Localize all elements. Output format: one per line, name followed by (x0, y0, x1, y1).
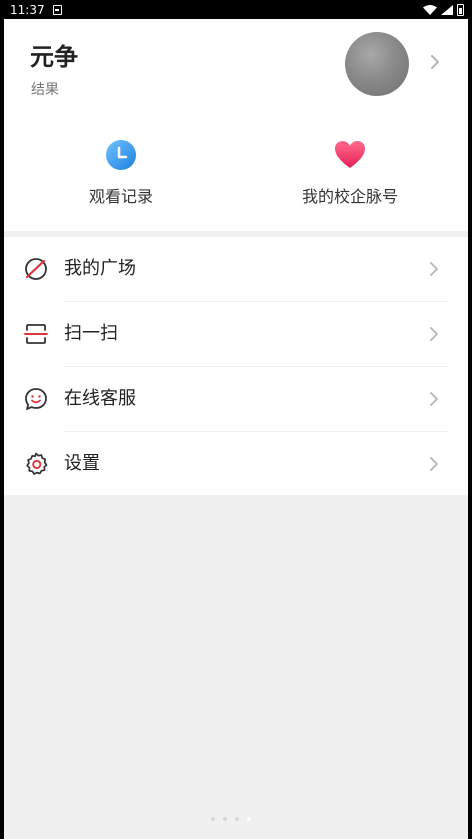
signal-icon (441, 4, 453, 15)
chevron-right-icon (430, 457, 438, 471)
chevron-right-icon (430, 392, 438, 406)
chevron-right-icon[interactable] (428, 55, 442, 69)
menu-list: 我的广场 扫一扫 在线客服 设置 (4, 237, 468, 495)
page-dot (211, 817, 215, 821)
watch-history-label: 观看记录 (88, 187, 153, 206)
menu-item-scan[interactable]: 扫一扫 (4, 302, 468, 366)
menu-item-label: 我的广场 (64, 258, 136, 279)
menu-item-label: 在线客服 (64, 388, 136, 409)
menu-item-label: 设置 (64, 453, 100, 474)
avatar[interactable] (345, 32, 409, 96)
smile-chat-icon (25, 388, 47, 410)
notification-icon (52, 4, 62, 15)
page-dot (235, 817, 239, 821)
page-dot (223, 817, 227, 821)
chevron-right-icon (430, 262, 438, 276)
my-card-label: 我的校企脉号 (301, 187, 398, 206)
menu-item-label: 扫一扫 (64, 323, 118, 344)
menu-item-settings[interactable]: 设置 (4, 432, 468, 496)
watch-history-button[interactable]: 观看记录 (21, 139, 221, 207)
wifi-icon (423, 4, 437, 15)
chevron-right-icon (430, 327, 438, 341)
profile-name[interactable]: 元争 (30, 37, 78, 72)
battery-icon (457, 3, 464, 16)
clock-icon (106, 140, 136, 170)
menu-item-my-square[interactable]: 我的广场 (4, 237, 468, 301)
status-bar: 11:37 (0, 0, 472, 19)
gear-icon (26, 452, 48, 475)
heart-icon (335, 141, 365, 168)
profile-card: 元争 结果 观看记录 我的校企脉号 (4, 19, 468, 231)
scan-icon (24, 324, 48, 344)
profile-screen: 元争 结果 观看记录 我的校企脉号 我的广场 扫一扫 在线客服 设置 (4, 19, 468, 839)
page-dot-active (247, 817, 251, 821)
planet-icon (25, 258, 47, 280)
profile-subtitle: 结果 (31, 82, 59, 98)
status-time: 11:37 (10, 2, 45, 17)
page-indicator (211, 817, 251, 821)
my-card-button[interactable]: 我的校企脉号 (250, 139, 450, 207)
menu-item-customer-service[interactable]: 在线客服 (4, 367, 468, 431)
